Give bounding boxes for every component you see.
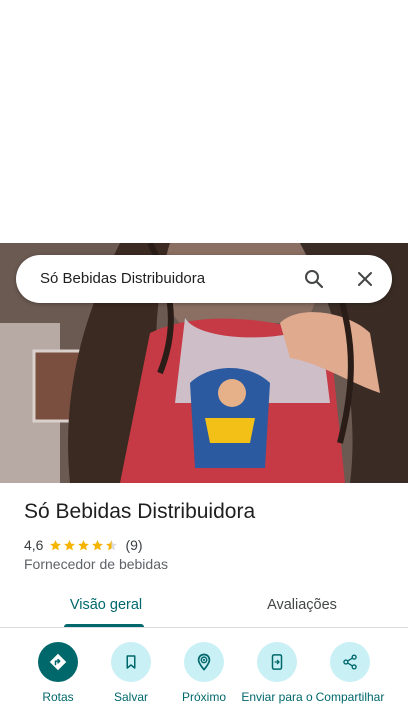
send-to-phone-label: Enviar para o — [241, 690, 313, 704]
star-icon — [64, 539, 76, 550]
nearby-button[interactable]: Próximo — [167, 642, 241, 704]
tab-divider — [0, 627, 408, 628]
nearby-icon — [184, 642, 224, 682]
search-bar[interactable]: Só Bebidas Distribuidora — [16, 255, 392, 303]
save-label: Salvar — [113, 690, 148, 704]
share-icon — [330, 642, 370, 682]
rating-row[interactable]: 4,6 (9) — [24, 536, 143, 554]
nearby-label: Próximo — [181, 690, 226, 704]
close-icon[interactable] — [353, 267, 377, 291]
rating-value: 4,6 — [24, 537, 44, 553]
star-icon — [78, 539, 90, 550]
directions-label: Rotas — [42, 690, 74, 704]
star-half-icon — [106, 539, 118, 550]
place-title: Só Bebidas Distribuidora — [24, 500, 256, 523]
review-count: (9) — [125, 537, 143, 553]
share-label: Compartilhar — [315, 690, 385, 704]
send-to-phone-icon — [257, 642, 297, 682]
share-button[interactable]: Compartilhar — [313, 642, 387, 704]
star-icon — [92, 539, 104, 550]
search-icon[interactable] — [302, 267, 326, 291]
directions-icon — [38, 642, 78, 682]
bookmark-icon — [111, 642, 151, 682]
directions-button[interactable]: Rotas — [21, 642, 95, 704]
tab-reviews[interactable]: Avaliações — [232, 582, 372, 628]
save-button[interactable]: Salvar — [94, 642, 168, 704]
place-category: Fornecedor de bebidas — [24, 556, 168, 572]
send-to-phone-button[interactable]: Enviar para o — [240, 642, 314, 704]
blank-map-area — [0, 0, 408, 243]
tab-overview[interactable]: Visão geral — [36, 582, 176, 628]
star-icon — [50, 539, 62, 550]
search-input[interactable]: Só Bebidas Distribuidora — [40, 255, 205, 303]
rating-stars — [49, 539, 119, 552]
